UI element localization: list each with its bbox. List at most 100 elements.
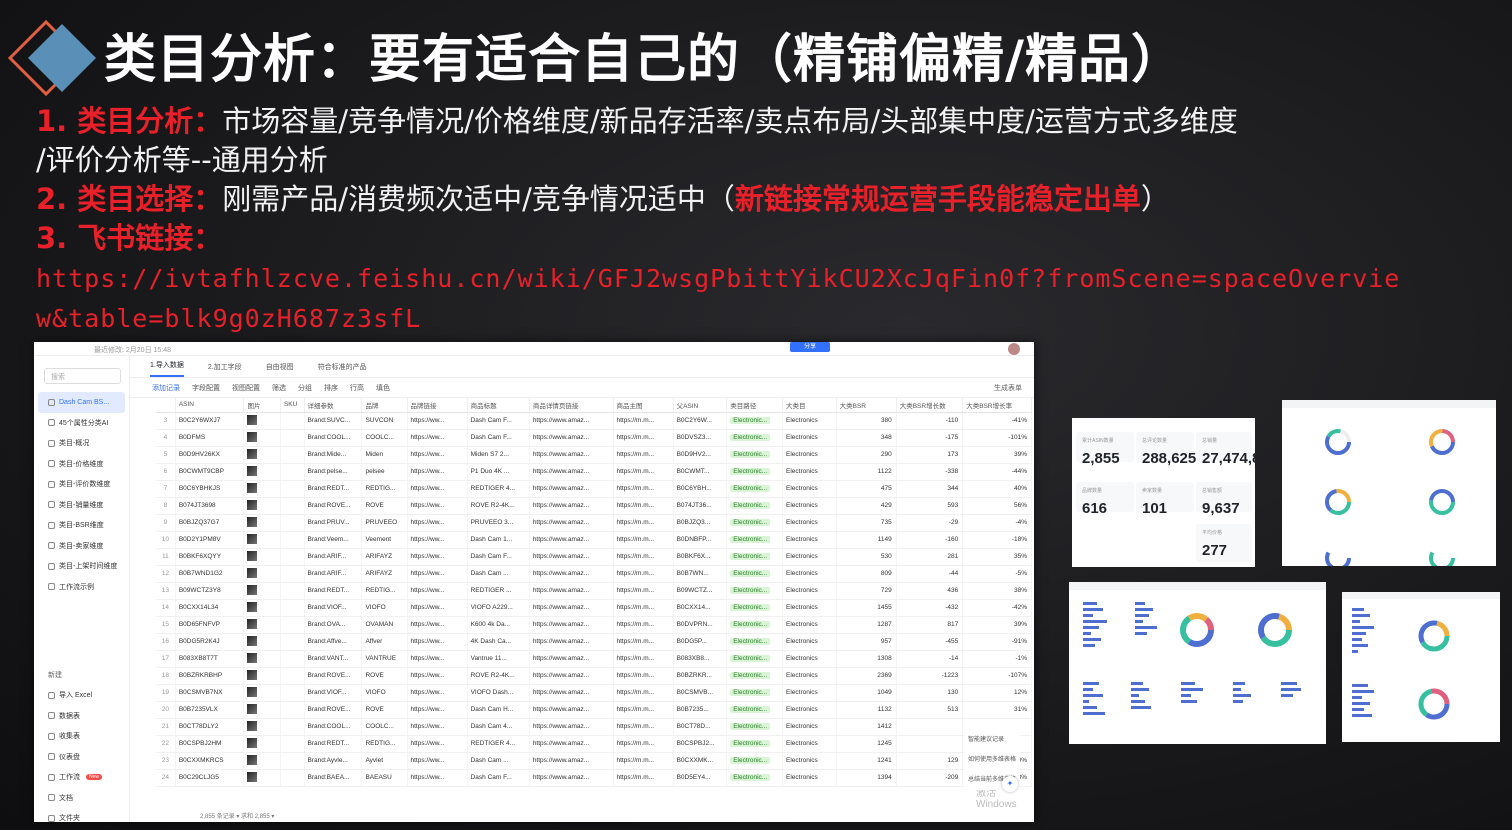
grid-cell[interactable]: Dash Cam ...	[467, 752, 530, 770]
grid-cell[interactable]: OVAMAN	[361, 616, 408, 634]
avatar[interactable]	[1008, 343, 1020, 355]
grid-cell[interactable]: B0DVPRN...	[673, 616, 728, 634]
sku-cell[interactable]	[280, 412, 305, 430]
grid-cell[interactable]: Brand:Mide...	[304, 446, 363, 464]
grid-cell[interactable]: B083XB8...	[673, 650, 728, 668]
grid-cell[interactable]: B0C2Y6W...	[673, 412, 728, 430]
asin-cell[interactable]: B0BZRKRBHP	[175, 667, 245, 685]
grid-cell[interactable]: Brand:COOL...	[304, 718, 363, 736]
tab-4[interactable]: 符合标准的产品	[318, 362, 367, 377]
table-row[interactable]: 13 B09WCTZ3Y8 Brand:REDT... REDTIG... https:…	[156, 582, 1032, 600]
tab-1[interactable]: 1.导入数据	[150, 360, 184, 377]
grid-cell[interactable]: Electronics	[782, 565, 837, 583]
image-cell[interactable]	[243, 565, 281, 583]
grid-cell[interactable]: https://ww...	[407, 650, 468, 668]
image-cell[interactable]	[243, 548, 281, 566]
new-item[interactable]: 导入 Excel	[34, 685, 129, 706]
grid-cell[interactable]: https://ww...	[407, 633, 468, 651]
grid-cell[interactable]: https://ww...	[407, 701, 468, 719]
asin-cell[interactable]: B0B7WND1G2	[175, 565, 245, 583]
grid-cell[interactable]: -107%	[962, 667, 1032, 685]
grid-cell[interactable]: Brand:REDT...	[304, 582, 363, 600]
grid-cell[interactable]: https://www.amaz...	[529, 582, 614, 600]
grid-cell[interactable]	[896, 718, 964, 736]
grid-header-cell[interactable]: 大类BSR增长数	[896, 398, 964, 413]
grid-cell[interactable]: Veement	[361, 531, 408, 549]
grid-cell[interactable]: -1223	[896, 667, 964, 685]
grid-cell[interactable]: ROVE	[361, 497, 408, 515]
grid-cell[interactable]: https://www.amaz...	[529, 735, 614, 753]
grid-cell[interactable]: Electronic...	[726, 684, 783, 702]
grid-cell[interactable]: B0DG5P...	[673, 633, 728, 651]
grid-cell[interactable]: Electronic...	[726, 769, 783, 787]
grid-cell[interactable]: Electronics	[782, 582, 837, 600]
grid-cell[interactable]: https://m.m...	[613, 718, 674, 736]
grid-cell[interactable]: -101%	[962, 429, 1032, 447]
tab-2[interactable]: 2.加工字段	[208, 362, 242, 377]
table-row[interactable]: 23 B0CXXMKRCS Brand:Ayvle... Ayvlet https://…	[156, 752, 1032, 770]
image-cell[interactable]	[243, 650, 281, 668]
grid-cell[interactable]: 809	[836, 565, 897, 583]
grid-cell[interactable]: 40%	[962, 480, 1032, 498]
toolbar-item[interactable]: 字段配置	[192, 383, 220, 393]
table-row[interactable]: 12 B0B7WND1G2 Brand:ARIF... ARIFAYZ https://…	[156, 565, 1032, 583]
grid-cell[interactable]: https://ww...	[407, 480, 468, 498]
grid-cell[interactable]: https://ww...	[407, 548, 468, 566]
grid-cell[interactable]: Electronic...	[726, 650, 783, 668]
grid-header-cell[interactable]: 品牌	[361, 398, 408, 413]
grid-cell[interactable]: Vantrue 11...	[467, 650, 530, 668]
grid-cell[interactable]: Electronics	[782, 718, 837, 736]
grid-cell[interactable]: https://www.amaz...	[529, 701, 614, 719]
sku-cell[interactable]	[280, 446, 305, 464]
grid-cell[interactable]: Electronics	[782, 599, 837, 617]
grid-cell[interactable]: 35%	[962, 548, 1032, 566]
grid-cell[interactable]: VIOFO A229...	[467, 599, 530, 617]
grid-cell[interactable]: Dash Cam 1...	[467, 531, 530, 549]
grid-cell[interactable]: 513	[896, 701, 964, 719]
table-row[interactable]: 14 B0CXX14L34 Brand:VIOF... VIOFO https://ww…	[156, 599, 1032, 617]
grid-cell[interactable]: 735	[836, 514, 897, 532]
grid-header-cell[interactable]: 父ASIN	[673, 398, 728, 413]
grid-cell[interactable]: Electronics	[782, 684, 837, 702]
grid-cell[interactable]: https://m.m...	[613, 752, 674, 770]
sku-cell[interactable]	[280, 633, 305, 651]
image-cell[interactable]	[243, 582, 281, 600]
grid-cell[interactable]: B0D5EY4...	[673, 769, 728, 787]
grid-cell[interactable]: https://m.m...	[613, 735, 674, 753]
sku-cell[interactable]	[280, 582, 305, 600]
grid-cell[interactable]: Brand:ARIF...	[304, 565, 363, 583]
sku-cell[interactable]	[280, 718, 305, 736]
sku-cell[interactable]	[280, 548, 305, 566]
asin-cell[interactable]: B083XB8T7T	[175, 650, 245, 668]
new-item[interactable]: 文档	[34, 788, 129, 809]
grid-cell[interactable]: 1287	[836, 616, 897, 634]
asin-cell[interactable]: B0CXX14L34	[175, 599, 245, 617]
grid-cell[interactable]: Dash Cam F...	[467, 548, 530, 566]
grid-cell[interactable]: Brand:ARIF...	[304, 548, 363, 566]
grid-cell[interactable]: 31%	[962, 701, 1032, 719]
grid-cell[interactable]: ROVE R2-4K...	[467, 497, 530, 515]
table-row[interactable]: 19 B0CSMVB7NX Brand:VIOF... VIOFO https://ww…	[156, 684, 1032, 702]
grid-cell[interactable]: Brand:REDT...	[304, 480, 363, 498]
grid-cell[interactable]: pelsee	[361, 463, 408, 481]
image-cell[interactable]	[243, 429, 281, 447]
table-row[interactable]: 9 B0BJZQ37G7 Brand:PRUV... PRUVEEO https://w…	[156, 514, 1032, 532]
grid-cell[interactable]: https://www.amaz...	[529, 446, 614, 464]
grid-cell[interactable]: 729	[836, 582, 897, 600]
toolbar-item[interactable]: 行高	[350, 383, 364, 393]
grid-cell[interactable]: Electronics	[782, 769, 837, 787]
grid-cell[interactable]: https://m.m...	[613, 582, 674, 600]
grid-cell[interactable]: -91%	[962, 633, 1032, 651]
grid-cell[interactable]: 957	[836, 633, 897, 651]
image-cell[interactable]	[243, 497, 281, 515]
grid-cell[interactable]: Electronics	[782, 412, 837, 430]
grid-cell[interactable]: Brand:Ayvle...	[304, 752, 363, 770]
grid-cell[interactable]: 475	[836, 480, 897, 498]
grid-cell[interactable]: Electronic...	[726, 480, 783, 498]
grid-cell[interactable]: Electronic...	[726, 412, 783, 430]
image-cell[interactable]	[243, 599, 281, 617]
grid-cell[interactable]: 1245	[836, 735, 897, 753]
grid-cell[interactable]: ROVE	[361, 701, 408, 719]
asin-cell[interactable]: B0C2Y6WXJ7	[175, 412, 245, 430]
image-cell[interactable]	[243, 769, 281, 787]
